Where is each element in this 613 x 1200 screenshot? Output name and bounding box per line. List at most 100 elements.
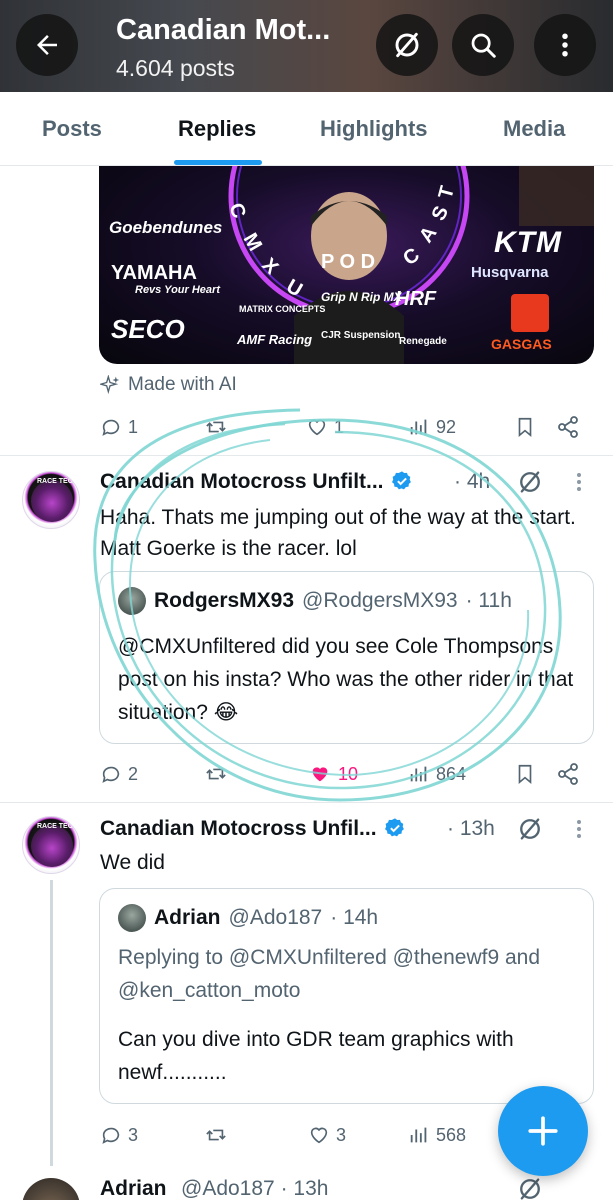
verified-badge-icon: [392, 471, 412, 490]
compose-post-button[interactable]: [498, 1086, 588, 1176]
like-button[interactable]: 1: [306, 412, 344, 442]
sponsor-ktm: KTM: [494, 226, 562, 259]
back-button[interactable]: [16, 14, 78, 76]
views-count: 92: [436, 416, 457, 437]
bookmark-button[interactable]: [514, 412, 536, 442]
quoted-avatar: [118, 904, 146, 932]
tab-posts[interactable]: Posts: [42, 92, 102, 166]
sponsor-yamaha: YAMAHA: [111, 262, 197, 284]
share-icon: [558, 416, 578, 438]
author-name-text: Canadian Motocross Unfil...: [100, 817, 377, 840]
views-button[interactable]: 92: [408, 412, 456, 442]
reply-button[interactable]: 3: [100, 1120, 138, 1150]
podcast-banner-image[interactable]: C M X U P O D C A S T Goebendunes YAMAHA…: [99, 166, 594, 364]
like-button[interactable]: 3: [308, 1120, 346, 1150]
reply-count: 1: [128, 416, 139, 437]
reply-icon: [102, 1127, 120, 1144]
tab-highlights[interactable]: Highlights: [320, 92, 428, 166]
quoted-tweet[interactable]: Adrian @Ado187 · 14h Replying to @CMXUnf…: [99, 888, 594, 1104]
divider: [0, 455, 613, 456]
tweet-time: · 4h: [454, 470, 491, 493]
tweet-text: We did: [100, 851, 165, 874]
repost-icon: [206, 421, 226, 433]
quoted-time: · 11h: [465, 589, 512, 612]
quoted-avatar: [118, 587, 146, 615]
views-count: 568: [436, 1124, 467, 1145]
muted-slash-icon: [520, 818, 540, 840]
ai-label-text: Made with AI: [128, 374, 237, 395]
tab-replies[interactable]: Replies: [178, 92, 256, 166]
avatar[interactable]: [22, 1178, 80, 1200]
views-chart-icon: [410, 1127, 427, 1143]
tweet-time: · 13h: [280, 1177, 329, 1200]
avatar-inner: [31, 825, 73, 867]
tweet-actions: 1 1 92: [100, 412, 590, 442]
more-options-icon[interactable]: [575, 817, 583, 841]
bookmark-icon: [518, 417, 532, 438]
made-with-ai-label: Made with AI: [100, 372, 237, 398]
share-button[interactable]: [556, 759, 580, 789]
repost-icon: [206, 768, 226, 780]
sponsor-cjr: CJR Suspension: [321, 330, 401, 341]
sponsor-renegade: Renegade: [399, 336, 447, 347]
author-handle-text: @Ado187: [181, 1177, 275, 1200]
like-count: 1: [334, 416, 345, 437]
post-count: 4.604 posts: [116, 55, 235, 81]
repost-button[interactable]: [204, 412, 228, 442]
quoted-tweet[interactable]: RodgersMX93 @RodgersMX93 · 11h @CMXUnfil…: [99, 571, 594, 744]
views-count: 864: [436, 763, 467, 784]
muted-button[interactable]: [376, 14, 438, 76]
quoted-tweet-header: RodgersMX93 @RodgersMX93 · 11h: [118, 586, 512, 616]
avatar[interactable]: RACE TECH: [22, 471, 80, 529]
like-button[interactable]: 10: [308, 759, 358, 789]
avatar-caption: RACE TECH: [37, 823, 78, 830]
sponsor-husqvarna: Husqvarna: [471, 264, 549, 281]
author-name-text: Adrian: [100, 1177, 167, 1200]
svg-text:P O D: P O D: [321, 251, 375, 273]
gasgas-logo-block: [511, 294, 549, 332]
search-icon: [471, 33, 496, 58]
more-options-button[interactable]: [534, 14, 596, 76]
profile-header: Canadian Mot... 4.604 posts: [0, 0, 613, 92]
views-chart-icon: [410, 766, 427, 782]
sponsor-hrf: HRF: [395, 288, 437, 310]
muted-slash-icon: [395, 32, 419, 58]
bookmark-button[interactable]: [514, 759, 536, 789]
sponsor-gasgas: GASGAS: [491, 336, 552, 352]
reply-button[interactable]: 1: [100, 412, 138, 442]
heart-filled-icon: [312, 767, 328, 782]
svg-text:C: C: [224, 200, 250, 221]
sparkle-icon: [100, 375, 120, 395]
sponsor-grip-n-rip: Grip N Rip MX: [321, 290, 402, 304]
sponsor-revs-your-heart: Revs Your Heart: [135, 284, 220, 296]
author-name[interactable]: Adrian: [100, 1177, 167, 1200]
search-button[interactable]: [452, 14, 514, 76]
sponsor-amf: AMF Racing: [237, 332, 313, 347]
tab-media[interactable]: Media: [503, 92, 565, 166]
author-name-text: Canadian Motocross Unfilt...: [100, 470, 384, 493]
quoted-text: Can you dive into GDR team graphics with…: [118, 1028, 514, 1084]
svg-text:A: A: [415, 222, 441, 246]
reply-button[interactable]: 2: [100, 759, 138, 789]
plus-icon: [528, 1116, 558, 1146]
reply-icon: [102, 766, 120, 783]
views-button[interactable]: 568: [408, 1120, 466, 1150]
reply-icon: [102, 419, 120, 436]
thread-connector-line: [50, 880, 53, 1166]
reply-count: 3: [128, 1124, 139, 1145]
views-button[interactable]: 864: [408, 759, 466, 789]
repost-button[interactable]: [204, 759, 228, 789]
back-arrow-icon: [37, 35, 57, 55]
share-button[interactable]: [556, 412, 580, 442]
avatar-caption: RACE TECH: [37, 478, 78, 485]
author-name[interactable]: Canadian Motocross Unfilt...: [100, 470, 413, 494]
author-name[interactable]: Canadian Motocross Unfil...: [100, 817, 406, 841]
more-vertical-icon: [562, 33, 568, 57]
more-options-icon[interactable]: [575, 470, 583, 494]
repost-button[interactable]: [204, 1120, 228, 1150]
quoted-author-handle: @Ado187: [228, 906, 323, 929]
share-icon: [558, 763, 578, 785]
sponsor-matrix: MATRIX CONCEPTS: [239, 304, 326, 314]
avatar[interactable]: RACE TECH: [22, 816, 80, 874]
like-count: 3: [336, 1124, 347, 1145]
